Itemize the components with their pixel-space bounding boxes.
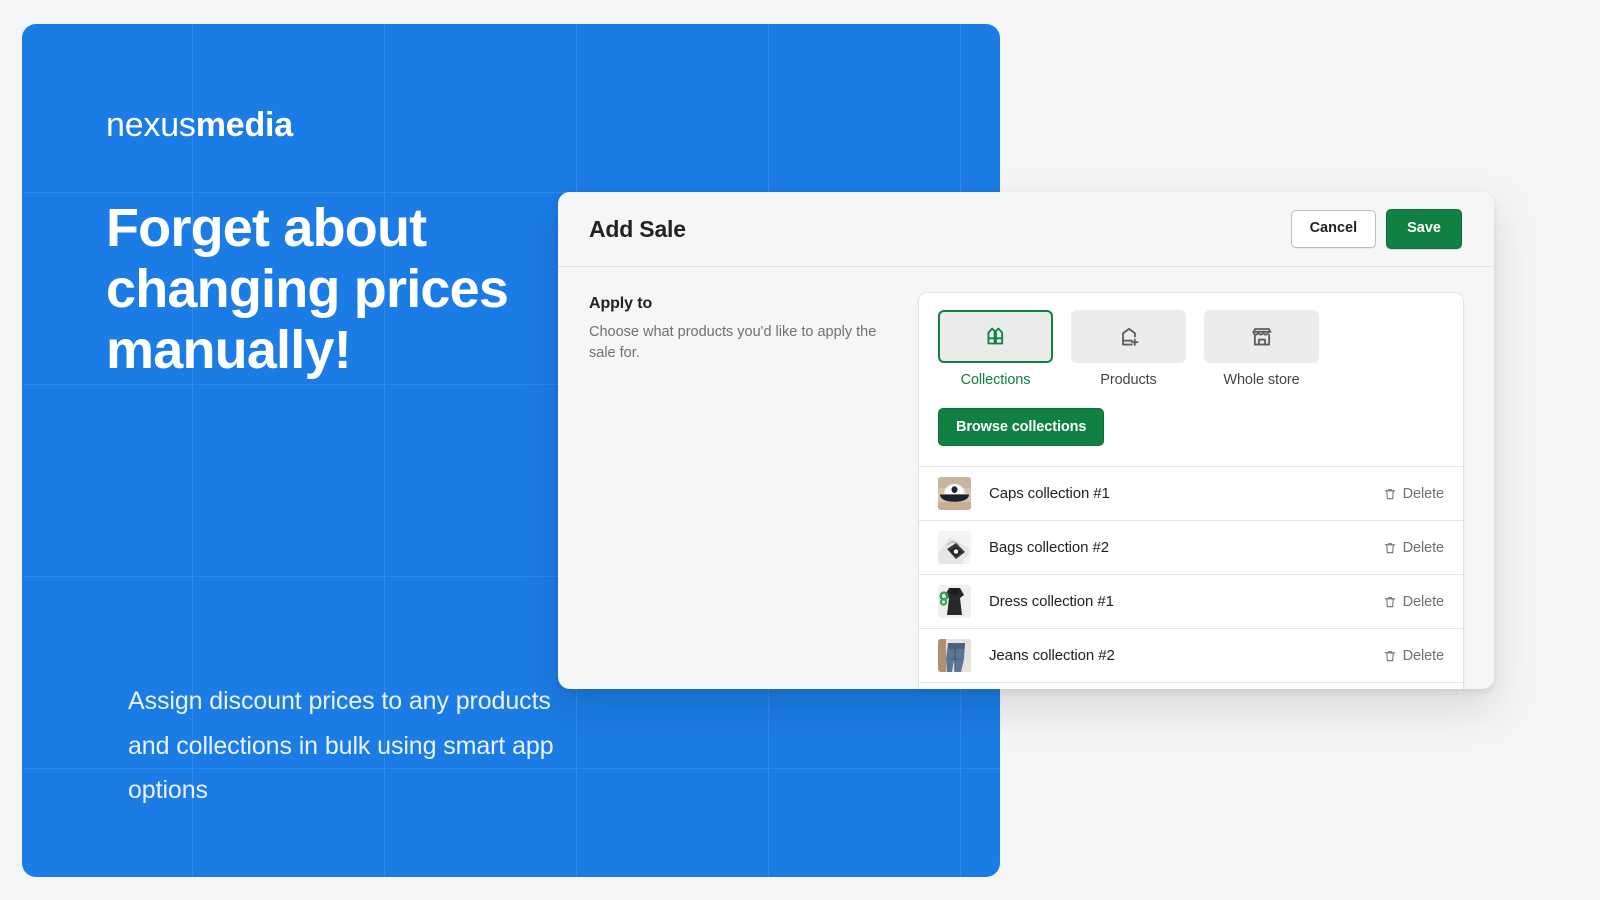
table-row[interactable]: Dress collection #1 Delete	[919, 575, 1463, 629]
jeans-thumbnail	[938, 639, 971, 672]
delete-button[interactable]: Delete	[1383, 540, 1444, 556]
collection-name: Caps collection #1	[989, 485, 1110, 502]
table-row[interactable]: Caps collection #1 Delete	[919, 467, 1463, 521]
table-row[interactable]: Bags collection #2 Delete	[919, 521, 1463, 575]
collection-name: Jeans collection #2	[989, 647, 1115, 664]
collection-name: Bags collection #2	[989, 539, 1109, 556]
screen: nexusmedia Forget about changing prices …	[0, 0, 1600, 900]
save-button[interactable]: Save	[1386, 209, 1462, 249]
apply-to-description: Choose what products you'd like to apply…	[589, 324, 877, 362]
collections-icon	[983, 324, 1009, 350]
product-tag-plus-icon	[1116, 324, 1142, 350]
promo-subline: Assign discount prices to any products a…	[128, 687, 554, 804]
delete-label: Delete	[1402, 485, 1444, 502]
delete-label: Delete	[1402, 647, 1444, 664]
apply-to-option-row: Collections Products Whole store	[938, 310, 1444, 388]
delete-button[interactable]: Delete	[1383, 594, 1444, 610]
trash-icon	[1383, 595, 1397, 609]
brand-logo: nexusmedia	[106, 108, 1000, 142]
brand-logo-bold: media	[195, 106, 293, 144]
apply-to-panel: Collections Products Whole store Browse …	[919, 293, 1463, 689]
trash-icon	[1383, 541, 1397, 555]
table-row[interactable]: Shorts collection #1 Delete	[919, 683, 1463, 689]
option-collections[interactable]: Collections	[938, 310, 1053, 388]
option-whole-store-tile[interactable]	[1204, 310, 1319, 363]
option-collections-tile[interactable]	[938, 310, 1053, 363]
modal-body: Apply to Choose what products you'd like…	[558, 267, 1494, 689]
modal-header: Add Sale Cancel Save	[558, 192, 1494, 267]
apply-to-controls: Collections Products Whole store Browse …	[919, 293, 1463, 466]
dress-thumbnail	[938, 585, 971, 618]
table-row[interactable]: Jeans collection #2 Delete	[919, 629, 1463, 683]
browse-collections-button[interactable]: Browse collections	[938, 408, 1105, 446]
delete-label: Delete	[1402, 539, 1444, 556]
delete-button[interactable]: Delete	[1383, 648, 1444, 664]
option-products-label: Products	[1100, 372, 1157, 388]
header-actions: Cancel Save	[1290, 209, 1462, 249]
trash-icon	[1383, 649, 1397, 663]
add-sale-modal: Add Sale Cancel Save Apply to Choose wha…	[558, 192, 1494, 689]
apply-to-description-block: Apply to Choose what products you'd like…	[589, 293, 919, 689]
cancel-button[interactable]: Cancel	[1290, 210, 1377, 248]
collection-name: Dress collection #1	[989, 593, 1114, 610]
cap-thumbnail	[938, 477, 971, 510]
delete-label: Delete	[1402, 593, 1444, 610]
bag-thumbnail	[938, 531, 971, 564]
option-collections-label: Collections	[960, 372, 1031, 388]
storefront-icon	[1249, 324, 1275, 350]
option-whole-store-label: Whole store	[1223, 372, 1300, 388]
trash-icon	[1383, 487, 1397, 501]
selected-collections-list: Caps collection #1 Delete Bags collectio…	[919, 466, 1463, 689]
option-products[interactable]: Products	[1071, 310, 1186, 388]
page-title: Add Sale	[589, 215, 686, 242]
brand-logo-light: nexus	[106, 106, 196, 144]
promo-headline: Forget about changing prices manually!	[106, 198, 509, 381]
option-products-tile[interactable]	[1071, 310, 1186, 363]
option-whole-store[interactable]: Whole store	[1204, 310, 1319, 388]
delete-button[interactable]: Delete	[1383, 486, 1444, 502]
apply-to-title: Apply to	[589, 295, 653, 312]
